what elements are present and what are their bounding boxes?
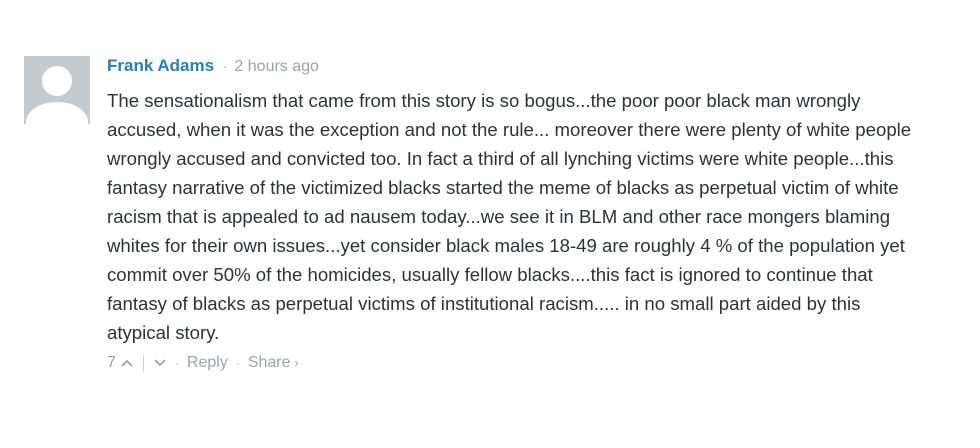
- footer-separator: ·: [174, 356, 179, 370]
- chevron-down-icon: [154, 359, 166, 367]
- share-label: Share: [247, 354, 291, 371]
- comment-message: The sensationalism that came from this s…: [107, 90, 912, 343]
- chevron-up-icon: [121, 359, 133, 367]
- timestamp[interactable]: 2 hours ago: [234, 58, 319, 76]
- reply-link[interactable]: Reply: [187, 354, 228, 372]
- footer-separator: ·: [235, 356, 240, 370]
- comment-body: Frank Adams · 2 hours ago The sensationa…: [107, 56, 924, 374]
- chevron-right-icon: ›: [294, 356, 299, 370]
- share-link[interactable]: Share ›: [248, 354, 299, 372]
- user-avatar-icon: [24, 56, 90, 124]
- comment-footer: 7 · Reply · Share ›: [107, 352, 924, 374]
- comment: Frank Adams · 2 hours ago The sensationa…: [24, 56, 924, 374]
- comment-header: Frank Adams · 2 hours ago: [107, 56, 924, 82]
- downvote-button[interactable]: [153, 355, 167, 371]
- avatar[interactable]: [24, 56, 90, 124]
- author-name[interactable]: Frank Adams: [107, 56, 214, 76]
- upvote-count: 7: [107, 354, 116, 371]
- vote-divider: [142, 354, 144, 372]
- upvote-button[interactable]: [120, 355, 134, 371]
- header-separator: ·: [223, 59, 228, 74]
